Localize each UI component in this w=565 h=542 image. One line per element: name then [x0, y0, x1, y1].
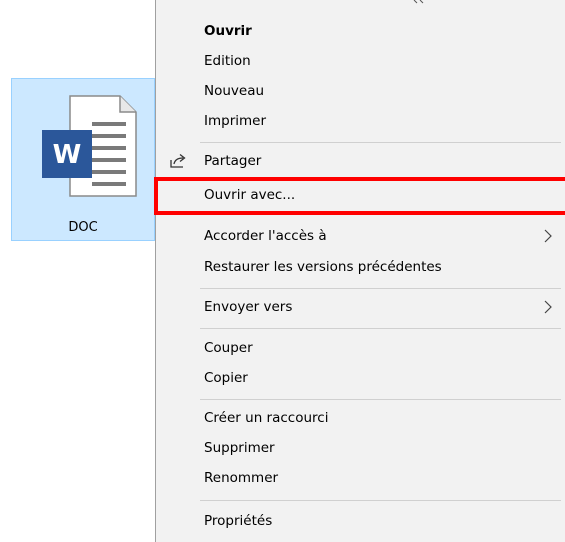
- menu-item-accorder-acces[interactable]: Accorder l'accès à: [156, 221, 565, 251]
- chevron-right-icon: [544, 300, 552, 314]
- menu-item-proprietes[interactable]: Propriétés: [156, 506, 565, 536]
- menu-item-restaurer-versions[interactable]: Restaurer les versions précédentes: [156, 252, 565, 282]
- menu-separator: [200, 288, 561, 289]
- chevron-right-icon: [544, 229, 552, 243]
- menu-item-renommer[interactable]: Renommer: [156, 463, 565, 493]
- word-document-icon: W: [42, 95, 137, 197]
- menu-item-supprimer[interactable]: Supprimer: [156, 433, 565, 463]
- menu-item-label: Partager: [204, 153, 262, 169]
- menu-item-partager[interactable]: Partager: [156, 146, 565, 176]
- menu-item-copier[interactable]: Copier: [156, 363, 565, 393]
- file-name-label: DOC: [68, 220, 98, 235]
- menu-item-couper[interactable]: Couper: [156, 333, 565, 363]
- menu-item-envoyer-vers[interactable]: Envoyer vers: [156, 292, 565, 322]
- menu-item-nouveau[interactable]: Nouveau: [156, 76, 565, 106]
- menu-separator: [200, 399, 561, 400]
- context-menu: Ouvrir Edition Nouveau Imprimer Partager…: [155, 0, 565, 542]
- svg-text:W: W: [53, 140, 82, 170]
- menu-item-imprimer[interactable]: Imprimer: [156, 106, 565, 136]
- menu-item-ouvrir-avec[interactable]: Ouvrir avec...: [156, 180, 565, 210]
- menu-item-label: Envoyer vers: [204, 299, 293, 315]
- menu-item-creer-raccourci[interactable]: Créer un raccourci: [156, 403, 565, 433]
- menu-separator: [200, 142, 561, 143]
- menu-item-edition[interactable]: Edition: [156, 46, 565, 76]
- menu-separator: [200, 500, 561, 501]
- desktop-file-doc[interactable]: W DOC: [11, 78, 155, 241]
- menu-item-ouvrir[interactable]: Ouvrir: [156, 16, 565, 46]
- top-edge-artifact: [413, 0, 424, 4]
- menu-separator: [200, 328, 561, 329]
- menu-item-label: Accorder l'accès à: [204, 228, 327, 244]
- share-icon: [170, 153, 186, 168]
